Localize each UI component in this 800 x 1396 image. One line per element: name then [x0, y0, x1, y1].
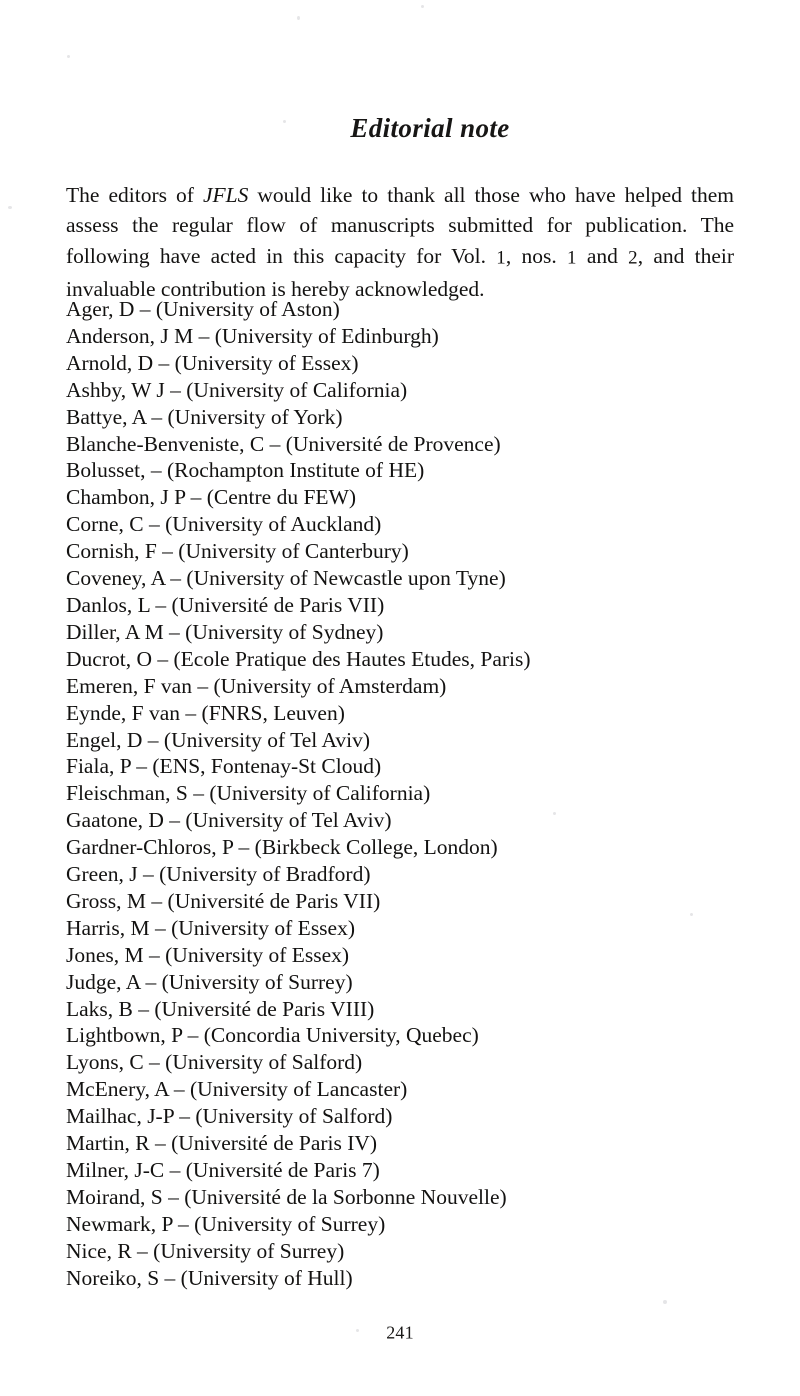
- scan-speck: [421, 5, 424, 8]
- contributor-entry: Fiala, P – (ENS, Fontenay-St Cloud): [66, 754, 382, 779]
- contributor-entry: Lyons, C – (University of Salford): [66, 1050, 363, 1075]
- contributor-entry: Gardner-Chloros, P – (Birkbeck College, …: [66, 835, 498, 860]
- contributor-entry: Lightbown, P – (Concordia University, Qu…: [66, 1023, 479, 1048]
- contributor-list: Ager, D – (University of Aston) Anderson,…: [66, 296, 766, 1292]
- oldstyle-figure: 1: [566, 247, 577, 269]
- contributor-entry: Chambon, J P – (Centre du FEW): [66, 485, 357, 510]
- scan-speck: [67, 55, 70, 58]
- page-title: Editorial note: [350, 113, 510, 144]
- contributor-entry: Moirand, S – (Université de la Sorbonne …: [66, 1184, 507, 1209]
- contributor-entry: Battye, A – (University of York): [66, 404, 343, 429]
- page-number: 241: [0, 1322, 800, 1344]
- contributor-entry: Jones, M – (University of Essex): [66, 942, 350, 967]
- contributor-entry: Ducrot, O – (Ecole Pratique des Hautes E…: [66, 646, 531, 671]
- scan-speck: [663, 1300, 667, 1304]
- oldstyle-figure: 2: [628, 247, 638, 269]
- contributor-entry: Anderson, J M – (University of Edinburgh…: [66, 323, 439, 348]
- contributor-entry: Coveney, A – (University of Newcastle up…: [66, 566, 506, 591]
- contributor-entry: Mailhac, J-P – (University of Salford): [66, 1104, 393, 1129]
- introductory-paragraph: The editors of JFLS would like to thank …: [66, 180, 734, 305]
- contributor-entry: Engel, D – (University of Tel Aviv): [66, 727, 371, 752]
- contributor-entry: Ager, D – (University of Aston): [66, 297, 340, 321]
- contributor-entry: Noreiko, S – (University of Hull): [66, 1265, 353, 1290]
- contributor-entry: Milner, J-C – (Université de Paris 7): [66, 1158, 380, 1182]
- contributor-entry: Harris, M – (University of Essex): [66, 915, 356, 940]
- contributor-entry: Gaatone, D – (University of Tel Aviv): [66, 808, 392, 833]
- contributor-entry: Gross, M – (Université de Paris VII): [66, 888, 381, 913]
- contributor-entry: Diller, A M – (University of Sydney): [66, 619, 384, 644]
- journal-abbreviation: JFLS: [202, 182, 249, 207]
- contributor-entry: Ashby, W J – (University of California): [66, 377, 408, 402]
- document-page: Editorial note The editors of JFLS would…: [0, 0, 800, 1396]
- contributor-entry: Eynde, F van – (FNRS, Leuven): [66, 700, 345, 725]
- contributor-entry: Danlos, L – (Université de Paris VII): [66, 592, 385, 617]
- contributor-entry: Newmark, P – (University of Surrey): [66, 1211, 386, 1236]
- contributor-entry: Martin, R – (Université de Paris IV): [66, 1131, 378, 1156]
- contributor-entry: Corne, C – (University of Auckland): [66, 512, 382, 537]
- oldstyle-figure: 1: [496, 247, 506, 269]
- intro-text-before-italic: The editors of: [66, 182, 203, 207]
- contributor-entry: Nice, R – (University of Surrey): [66, 1238, 345, 1263]
- contributor-entry: Judge, A – (University of Surrey): [66, 969, 353, 994]
- folio-value: 241: [386, 1322, 414, 1343]
- contributor-entry: Fleischman, S – (University of Californi…: [66, 781, 431, 806]
- contributor-entry: McEnery, A – (University of Lancaster): [66, 1077, 408, 1102]
- contributor-entry: Cornish, F – (University of Canterbury): [66, 539, 409, 564]
- scan-speck: [8, 206, 12, 209]
- contributor-entry: Emeren, F van – (University of Amsterdam…: [66, 673, 447, 698]
- scan-speck: [297, 16, 300, 20]
- contributor-entry: Arnold, D – (University of Essex): [66, 350, 359, 375]
- contributor-entry: Green, J – (University of Bradford): [66, 862, 371, 887]
- contributor-entry: Bolusset, – (Rochampton Institute of HE): [66, 458, 425, 483]
- contributor-entry: Blanche-Benveniste, C – (Université de P…: [66, 431, 501, 456]
- contributor-entry: Laks, B – (Université de Paris VIII): [66, 996, 375, 1021]
